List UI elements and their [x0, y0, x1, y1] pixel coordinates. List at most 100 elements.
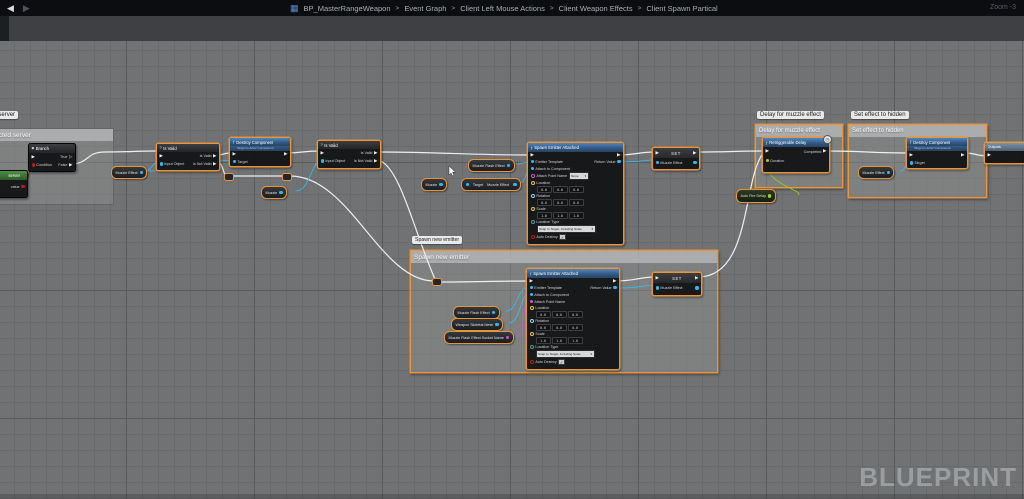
- object-out-pin[interactable]: [492, 311, 495, 314]
- breadcrumb-item-event-graph[interactable]: Event Graph: [404, 4, 446, 13]
- node-branch[interactable]: ◆ Branch ▶ True ▷ Condition False ▶: [28, 143, 76, 172]
- attach-point-name-pin[interactable]: [531, 174, 535, 178]
- capsule-muzzle-2[interactable]: Muzzle: [421, 178, 447, 191]
- exec-in-pin[interactable]: ▶: [910, 153, 914, 158]
- object-out-pin[interactable]: [495, 323, 498, 326]
- capsule-weapon-skeletal-mesh[interactable]: Weapon Skeletal Mesh: [451, 318, 503, 331]
- location-type-dropdown[interactable]: Snap to Target, Including Scale ▾: [536, 350, 595, 359]
- exec-out-isvalid-pin[interactable]: ▶: [374, 151, 378, 156]
- return-value-pin[interactable]: [613, 286, 616, 289]
- exec-out-pin[interactable]: ▶: [617, 153, 621, 158]
- location-pin[interactable]: [531, 181, 535, 185]
- auto-destroy-checkbox[interactable]: ✓: [558, 359, 565, 366]
- breadcrumb-item-client-left-mouse[interactable]: Client Left Mouse Actions: [460, 4, 545, 13]
- exec-in-pin[interactable]: ▶: [531, 153, 535, 158]
- object-out-pin[interactable]: [507, 164, 510, 167]
- exec-in-pin[interactable]: ▶: [530, 279, 534, 284]
- exec-out-isvalid-pin[interactable]: ▶: [213, 154, 217, 159]
- node-server-check[interactable]: server value: [0, 170, 28, 198]
- exec-in-pin[interactable]: ▶: [656, 276, 660, 281]
- exec-in-pin[interactable]: ▶: [321, 151, 325, 156]
- node-set-muzzle-effect-2[interactable]: ▶ SET ▶ Muzzle Effect: [652, 272, 702, 296]
- duration-pin[interactable]: [766, 159, 769, 162]
- node-muzzle-effect-getter[interactable]: Target Muzzle Effect: [461, 178, 521, 191]
- breadcrumb-item-client-spawn-partical[interactable]: Client Spawn Partical: [646, 4, 717, 13]
- float-out-pin[interactable]: [768, 194, 771, 197]
- value-out-pin[interactable]: [695, 286, 698, 289]
- node-outputs[interactable]: Outputs ▶: [984, 142, 1024, 164]
- comment-spawn-new-emitter-title[interactable]: Spawn new emitter: [411, 251, 717, 263]
- scale-pin[interactable]: [531, 207, 535, 211]
- scale-value-fields[interactable]: 1.01.01.0: [537, 212, 584, 220]
- exec-out-completed-pin[interactable]: ▶: [823, 149, 827, 154]
- target-pin[interactable]: [910, 161, 913, 164]
- breadcrumb-item-client-weapon-effects[interactable]: Client Weapon Effects: [559, 4, 633, 13]
- scale-value-fields[interactable]: 1.01.01.0: [536, 337, 583, 345]
- value-out-pin[interactable]: [693, 161, 696, 164]
- rotation-pin[interactable]: [531, 194, 535, 198]
- exec-out-pin[interactable]: ▶: [961, 153, 965, 158]
- exec-out-isnotvalid-pin[interactable]: ▶: [213, 162, 217, 167]
- comment-set-hidden-title[interactable]: Set effect to hidden: [849, 125, 986, 137]
- input-object-pin[interactable]: [321, 159, 324, 162]
- object-out-pin[interactable]: [439, 183, 442, 186]
- node-destroy-component-1[interactable]: ƒ Destroy Component Target is Actor Comp…: [229, 137, 291, 167]
- node-is-valid-1[interactable]: ? Is Valid ▶ Is Valid ▶ Input Object Is …: [156, 143, 220, 171]
- reroute-node-3[interactable]: [432, 278, 442, 286]
- attach-to-component-pin[interactable]: [530, 293, 533, 296]
- location-value-fields[interactable]: 0.00.00.0: [536, 311, 583, 319]
- reroute-node-2[interactable]: [282, 173, 292, 181]
- capsule-muzzle-1[interactable]: Muzzle: [261, 186, 287, 199]
- location-value-fields[interactable]: 0.00.00.0: [537, 186, 584, 194]
- exec-in-pin[interactable]: ▶: [160, 154, 164, 159]
- capsule-auto-fire-delay[interactable]: Auto Fire Delay: [736, 189, 776, 203]
- location-type-dropdown[interactable]: Snap to Target, Including Scale ▾: [537, 225, 596, 234]
- value-in-pin[interactable]: [656, 161, 659, 164]
- exec-in-pin[interactable]: ▶: [656, 151, 660, 156]
- auto-destroy-pin[interactable]: [530, 360, 534, 364]
- value-in-pin[interactable]: [656, 286, 659, 289]
- exec-out-isnotvalid-pin[interactable]: ▶: [374, 159, 378, 164]
- capsule-muzzle-effect-3[interactable]: Muzzle Effect: [858, 166, 894, 179]
- rotation-pin[interactable]: [530, 319, 534, 323]
- comment-connected-server-title[interactable]: connected server: [0, 129, 113, 141]
- node-set-muzzle-effect-1[interactable]: ▶ SET ▶ Muzzle Effect: [652, 147, 700, 170]
- attach-to-component-pin[interactable]: [531, 167, 534, 170]
- exec-in-pin[interactable]: ▶: [766, 149, 770, 154]
- location-type-pin[interactable]: [531, 220, 535, 224]
- scale-pin[interactable]: [530, 332, 534, 336]
- rotation-value-fields[interactable]: 0.00.00.0: [537, 199, 584, 207]
- object-out-pin[interactable]: [513, 183, 516, 186]
- node-destroy-component-2[interactable]: ƒ Destroy Component Target is Actor Comp…: [906, 137, 968, 169]
- node-spawn-emitter-attached-2[interactable]: ƒ Spawn Emitter Attached ▶ ▶ Emitter Tem…: [526, 268, 620, 370]
- capsule-muzzle-flash-socket-name[interactable]: Muzzle Flash Effect Socket Name: [444, 331, 514, 344]
- target-pin[interactable]: [233, 160, 236, 163]
- exec-out-pin[interactable]: ▶: [613, 279, 617, 284]
- object-out-pin[interactable]: [887, 171, 890, 174]
- location-pin[interactable]: [530, 306, 534, 310]
- exec-in-pin[interactable]: ▶: [988, 153, 992, 158]
- object-out-pin[interactable]: [279, 191, 282, 194]
- name-out-pin[interactable]: [506, 336, 509, 339]
- attach-point-name-combo[interactable]: None ▾: [569, 172, 589, 180]
- input-object-pin[interactable]: [160, 162, 163, 165]
- return-value-pin[interactable]: [617, 160, 620, 163]
- condition-pin[interactable]: [32, 163, 35, 166]
- back-arrow-icon[interactable]: ◀: [7, 4, 14, 13]
- bool-pin[interactable]: [21, 185, 24, 188]
- forward-arrow-icon[interactable]: ▶: [23, 4, 30, 13]
- exec-out-pin[interactable]: ▶: [284, 152, 288, 157]
- auto-destroy-checkbox[interactable]: ✓: [559, 234, 566, 241]
- emitter-template-pin[interactable]: [530, 286, 533, 289]
- exec-out-true-pin[interactable]: ▷: [69, 155, 73, 160]
- capsule-muzzle-effect-1[interactable]: Muzzle Effect: [111, 166, 147, 179]
- exec-out-false-pin[interactable]: ▶: [69, 163, 73, 168]
- object-out-pin[interactable]: [140, 171, 143, 174]
- emitter-template-pin[interactable]: [531, 160, 534, 163]
- attach-point-name-pin[interactable]: [530, 300, 533, 303]
- capsule-muzzle-flash-effect-1[interactable]: Muzzle Flash Effect: [468, 159, 515, 172]
- node-spawn-emitter-attached-1[interactable]: ƒ Spawn Emitter Attached ▶ ▶ Emitter Tem…: [527, 142, 624, 245]
- breadcrumb-root[interactable]: BP_MasterRangeWeapon: [304, 4, 391, 13]
- exec-in-pin[interactable]: ▶: [233, 152, 237, 157]
- exec-out-pin[interactable]: ▶: [695, 276, 699, 281]
